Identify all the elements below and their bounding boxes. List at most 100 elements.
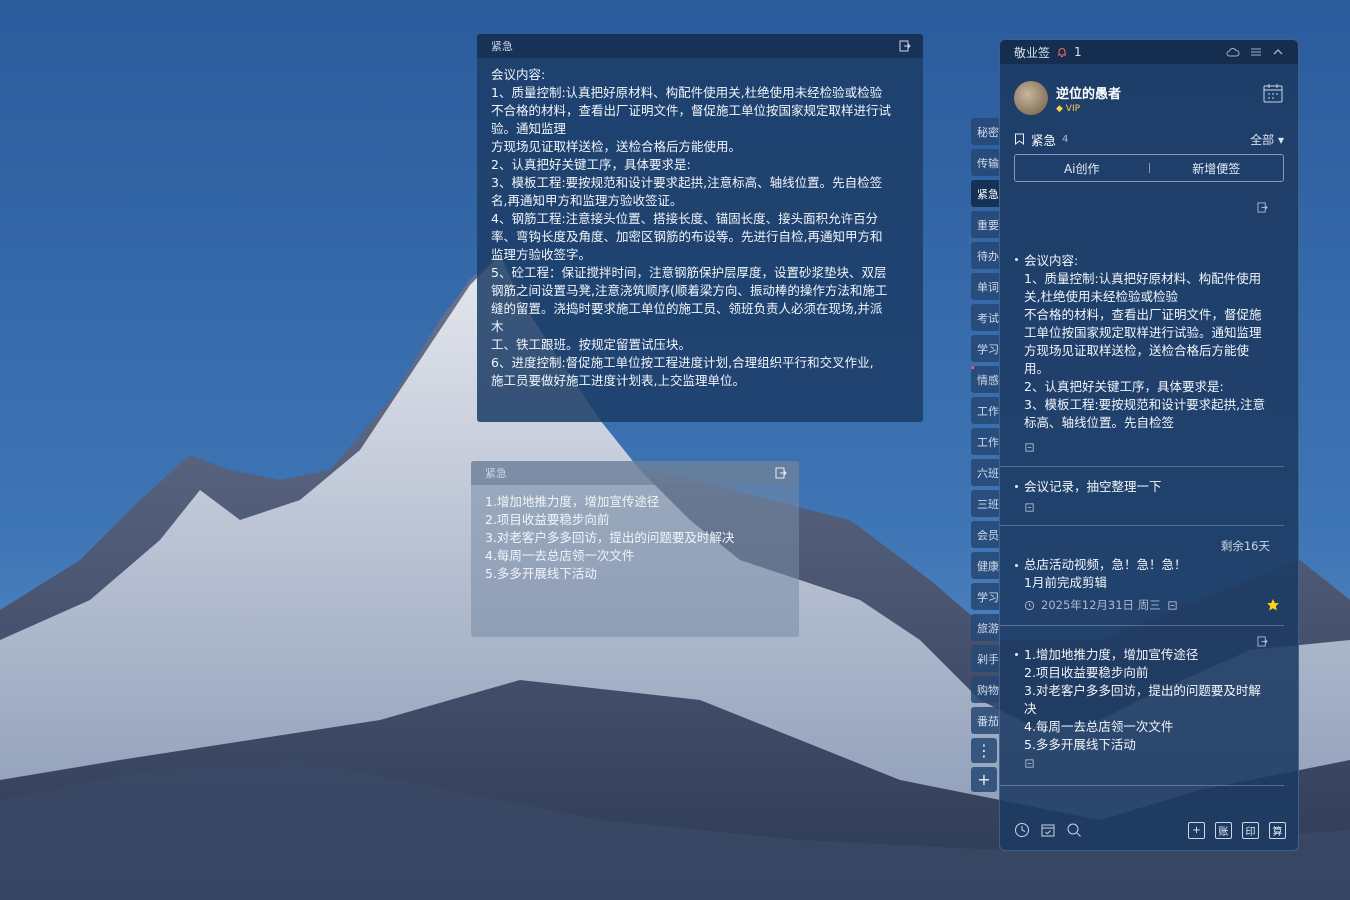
reminder-date-row[interactable]: 2025年12月31日 周三 xyxy=(1024,596,1279,614)
menu-icon[interactable] xyxy=(1250,46,1262,58)
tab-todo[interactable]: 待办 xyxy=(971,242,999,269)
calculator-button[interactable]: 算 xyxy=(1269,821,1286,839)
text-line: 3.对老客户多多回访，提出的问题要及时解决 xyxy=(485,530,735,545)
text-line: 名,再通知甲方和监理方验收签证。 xyxy=(491,193,683,208)
tab-study[interactable]: 学习 xyxy=(971,335,999,362)
exit-icon[interactable] xyxy=(1257,202,1268,213)
bookmark-icon xyxy=(1015,133,1024,145)
tab-emotion[interactable]: 情感 xyxy=(971,366,999,393)
ai-create-button[interactable]: Ai创作 xyxy=(1015,160,1149,177)
tab-work-1[interactable]: 工作 xyxy=(971,397,999,424)
note-category-label: 紧急 xyxy=(485,467,507,480)
note-preview: 会议记录，抽空整理一下 xyxy=(1024,467,1270,496)
text-line: 6、进度控制:督促施工单位按工程进度计划,合理组织平行和交叉作业, xyxy=(491,355,874,370)
avatar[interactable] xyxy=(1014,81,1048,115)
account-button[interactable]: 账 xyxy=(1215,821,1232,839)
tab-transfer[interactable]: 传输 xyxy=(971,149,999,176)
more-tabs-button[interactable]: ⋮ xyxy=(971,738,997,763)
collapse-icon[interactable] xyxy=(1272,46,1284,58)
text-line: 4.每周一去总店领一次文件 xyxy=(1024,719,1174,734)
text-line: 验。通知监理 xyxy=(491,121,567,136)
text-line: 会议内容: xyxy=(1024,253,1079,268)
note-list: 会议内容: 1、质量控制:认真把好原材料、构配件使用 关,杜绝使用未经检验或检验不合… xyxy=(1000,202,1298,786)
tab-travel[interactable]: 旅游 xyxy=(971,614,999,641)
calendar-icon[interactable] xyxy=(1262,82,1284,104)
print-icon[interactable] xyxy=(1167,600,1178,611)
add-note-button[interactable]: 新增便签 xyxy=(1150,160,1284,177)
text-line: 率、弯钩长度及角度、加密区钢筋的布设等。先进行自检,再通知甲方和 xyxy=(491,229,883,244)
chevron-down-icon: ▾ xyxy=(1277,132,1284,147)
bullet xyxy=(1015,485,1018,488)
tab-urgent[interactable]: 紧急 xyxy=(971,180,999,207)
tab-class-6[interactable]: 六班 xyxy=(971,459,999,486)
list-item[interactable]: 会议记录，抽空整理一下 xyxy=(1000,467,1284,526)
done-list-icon[interactable] xyxy=(1040,822,1056,838)
history-clock-icon[interactable] xyxy=(1014,822,1030,838)
app-name: 敬业签 xyxy=(1014,45,1051,60)
text-line: 5.多多开展线下活动 xyxy=(485,566,597,581)
tab-member[interactable]: 会员 xyxy=(971,521,999,548)
exit-icon[interactable] xyxy=(775,467,787,479)
bullet xyxy=(1015,258,1018,261)
tab-shopping-cart[interactable]: 剁手 xyxy=(971,645,999,672)
text-line: 施工员要做好施工进度计划表,上交监理单位。 xyxy=(491,373,745,388)
sticky-note-window-1[interactable]: 紧急 会议内容: 1、质量控制:认真把好原材料、构配件使用关,杜绝使用未经检验或检… xyxy=(477,34,923,422)
filter-dropdown[interactable]: 全部 ▾ xyxy=(1250,131,1284,148)
group-count: 4 xyxy=(1062,133,1069,145)
user-profile[interactable]: 逆位的愚者 ◆ VIP xyxy=(1000,64,1298,124)
exit-icon[interactable] xyxy=(899,40,911,52)
tab-health[interactable]: 健康 xyxy=(971,552,999,579)
tab-words[interactable]: 单词 xyxy=(971,273,999,300)
tab-tomato[interactable]: 番茄 xyxy=(971,707,999,734)
print-icon[interactable] xyxy=(1024,758,1035,769)
tab-important[interactable]: 重要 xyxy=(971,211,999,238)
list-item[interactable]: 剩余16天 总店活动视频，急！急！急！ 1月前完成剪辑 2025年12月31日 周… xyxy=(1000,526,1284,626)
tab-exam[interactable]: 考试 xyxy=(971,304,999,331)
text-line: 1、质量控制:认真把好原材料、构配件使用 xyxy=(1024,271,1262,286)
print-button[interactable]: 印 xyxy=(1242,821,1259,839)
clock-icon xyxy=(1024,600,1035,610)
note-header[interactable]: 紧急 xyxy=(477,34,923,58)
bell-icon[interactable] xyxy=(1056,46,1068,58)
group-header[interactable]: 紧急 4 全部 ▾ xyxy=(1000,128,1298,150)
text-line: 用。 xyxy=(1024,361,1050,376)
bottom-toolbar: + 账 印 算 xyxy=(1000,810,1298,850)
panel-title-bar[interactable]: 敬业签 1 xyxy=(1000,40,1298,64)
text-line: 2、认真把好关键工序，具体要求是: xyxy=(1024,379,1224,394)
text-line: 木 xyxy=(491,319,504,334)
tab-study-2[interactable]: 学习 xyxy=(971,583,999,610)
tab-shopping[interactable]: 购物 xyxy=(971,676,999,703)
text-line: 缝的留置。浇捣时要求施工单位的施工员、领班负责人必须在现场,并派 xyxy=(491,301,883,316)
note-content[interactable]: 1.增加地推力度，增加宣传途径 2.项目收益要稳步向前 3.对老客户多多回访，提出的… xyxy=(471,485,799,593)
tab-secret[interactable]: 秘密 xyxy=(971,118,999,145)
print-icon[interactable] xyxy=(1024,442,1035,453)
sticky-note-window-2[interactable]: 紧急 1.增加地推力度，增加宣传途径 2.项目收益要稳步向前 3.对老客户多多回访，… xyxy=(471,461,799,637)
list-item[interactable]: 会议内容: 1、质量控制:认真把好原材料、构配件使用 关,杜绝使用未经检验或检验不合… xyxy=(1000,202,1284,467)
print-icon[interactable] xyxy=(1024,502,1035,513)
text-line: 2、认真把好关键工序，具体要求是: xyxy=(491,157,691,172)
search-icon[interactable] xyxy=(1066,822,1082,838)
star-icon[interactable] xyxy=(1266,598,1280,612)
vip-label: VIP xyxy=(1065,103,1081,114)
note-category-label: 紧急 xyxy=(491,40,513,53)
text-line: 方现场见证取样送检，送检合格后方能使用。 xyxy=(491,139,742,154)
tab-class-3[interactable]: 三班 xyxy=(971,490,999,517)
text-line: 关,杜绝使用未经检验或检验 xyxy=(1024,289,1178,304)
tab-work-2[interactable]: 工作 xyxy=(971,428,999,455)
add-tab-button[interactable]: + xyxy=(971,767,997,792)
reminder-count: 1 xyxy=(1074,45,1082,59)
text-line: 不合格的材料，查看出厂证明文件，督促施 xyxy=(1024,307,1262,322)
bullet xyxy=(1015,653,1018,656)
note-preview: 会议内容: 1、质量控制:认真把好原材料、构配件使用 关,杜绝使用未经检验或检验不合… xyxy=(1024,202,1270,432)
list-item[interactable]: 1.增加地推力度，增加宣传途径 2.项目收益要稳步向前 3.对老客户多多回访，提出的… xyxy=(1000,626,1284,786)
add-box-icon[interactable]: + xyxy=(1188,821,1205,839)
text-line: 2.项目收益要稳步向前 xyxy=(485,512,610,527)
note-content[interactable]: 会议内容: 1、质量控制:认真把好原材料、构配件使用关,杜绝使用未经检验或检验 不合… xyxy=(477,58,923,400)
cloud-sync-icon[interactable] xyxy=(1226,46,1240,58)
exit-icon[interactable] xyxy=(1257,636,1268,647)
text-line: 总店活动视频，急！急！急！ xyxy=(1024,557,1187,572)
text-line: 不合格的材料，查看出厂证明文件，督促施工单位按国家规定取样进行试 xyxy=(491,103,892,118)
note-header[interactable]: 紧急 xyxy=(471,461,799,485)
reminder-date: 2025年12月31日 周三 xyxy=(1041,598,1161,612)
text-line: 3、模板工程:要按规范和设计要求起拱,注意 xyxy=(1024,397,1266,412)
